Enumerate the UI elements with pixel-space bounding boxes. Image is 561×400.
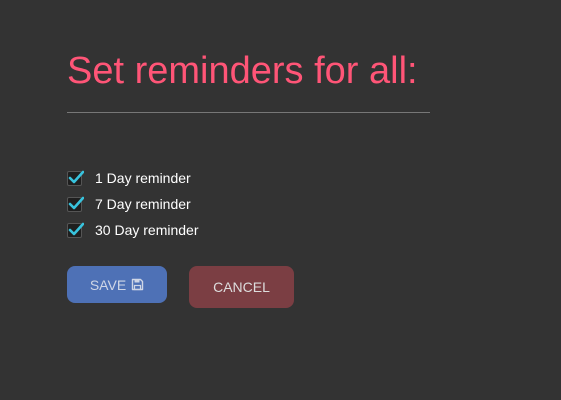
checkbox-7-day[interactable] <box>67 196 84 212</box>
save-button-label: SAVE <box>89 276 127 293</box>
checkmark-icon <box>68 170 84 183</box>
option-label: 1 Day reminder <box>95 170 191 186</box>
floppy-disk-icon <box>131 278 144 291</box>
checkmark-icon <box>68 222 84 235</box>
checkbox-30-day[interactable] <box>67 222 84 238</box>
save-button[interactable]: SAVE <box>67 266 167 303</box>
option-1-day[interactable]: 1 Day reminder <box>67 165 199 191</box>
option-7-day[interactable]: 7 Day reminder <box>67 191 199 217</box>
reminders-panel: Set reminders for all: 1 Day reminder 7 … <box>0 0 561 400</box>
cancel-button[interactable]: CANCEL <box>189 266 294 308</box>
page-title: Set reminders for all: <box>67 50 418 92</box>
option-label: 30 Day reminder <box>95 222 199 238</box>
checkmark-icon <box>68 196 84 209</box>
reminder-options: 1 Day reminder 7 Day reminder 30 Day rem… <box>67 165 199 243</box>
divider <box>67 112 430 113</box>
option-30-day[interactable]: 30 Day reminder <box>67 217 199 243</box>
option-label: 7 Day reminder <box>95 196 191 212</box>
checkbox-1-day[interactable] <box>67 170 84 186</box>
